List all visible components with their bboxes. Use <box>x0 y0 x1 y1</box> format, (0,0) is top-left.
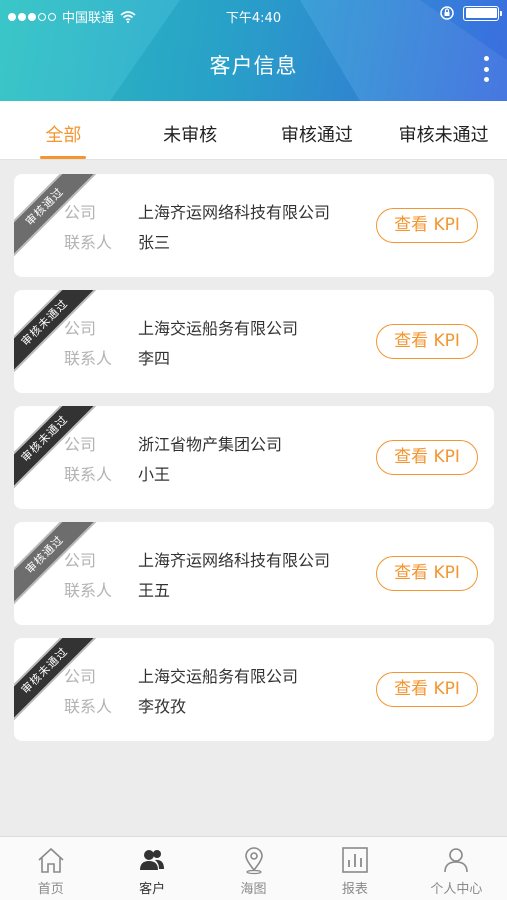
nav-label: 报表 <box>341 882 368 897</box>
contact-name: 张三 <box>138 233 171 252</box>
nav-item-home[interactable]: 首页 <box>0 837 101 900</box>
bar-chart-icon <box>342 847 368 873</box>
contact-name: 王五 <box>138 581 171 600</box>
app-header: 中国联通 下午4:40 客户信息 <box>0 0 507 101</box>
nav-item-reports[interactable]: 报表 <box>304 837 405 900</box>
company-name: 上海交运船务有限公司 <box>138 319 299 338</box>
bottom-nav: 首页 客户 海图 报表 个人中心 <box>0 836 507 900</box>
nav-item-map[interactable]: 海图 <box>203 837 304 900</box>
contact-label: 联系人 <box>64 465 113 484</box>
customer-list: 审核通过 公司 上海齐运网络科技有限公司 联系人 张三 查看 KPI 审核未通过 公… <box>14 174 494 754</box>
nav-label: 客户 <box>139 882 166 897</box>
company-label: 公司 <box>64 551 97 570</box>
company-label: 公司 <box>64 203 97 222</box>
nav-item-profile[interactable]: 个人中心 <box>406 837 507 900</box>
contact-name: 小王 <box>138 465 171 484</box>
view-kpi-button[interactable]: 查看 KPI <box>376 324 478 359</box>
nav-label: 首页 <box>37 882 64 897</box>
contact-label: 联系人 <box>64 349 113 368</box>
more-options-button[interactable] <box>479 56 493 82</box>
contact-label: 联系人 <box>64 697 113 716</box>
nav-label: 海图 <box>240 882 267 897</box>
customer-card[interactable]: 审核通过 公司 上海齐运网络科技有限公司 联系人 王五 查看 KPI <box>14 522 494 625</box>
company-name: 浙江省物产集团公司 <box>138 435 283 454</box>
filter-tabs: 全部 未审核 审核通过 审核未通过 <box>0 101 507 160</box>
nav-item-customers[interactable]: 客户 <box>101 837 202 900</box>
customer-card[interactable]: 审核未通过 公司 浙江省物产集团公司 联系人 小王 查看 KPI <box>14 406 494 509</box>
company-label: 公司 <box>64 667 97 686</box>
tab-all[interactable]: 全部 <box>0 101 127 159</box>
user-icon <box>444 848 469 873</box>
customer-card[interactable]: 审核未通过 公司 上海交运船务有限公司 联系人 李四 查看 KPI <box>14 290 494 393</box>
company-name: 上海齐运网络科技有限公司 <box>138 551 331 570</box>
status-bar: 中国联通 下午4:40 <box>0 0 507 30</box>
page-title: 客户信息 <box>209 54 298 78</box>
view-kpi-button[interactable]: 查看 KPI <box>376 672 478 707</box>
company-label: 公司 <box>64 435 97 454</box>
contact-name: 李孜孜 <box>138 697 187 716</box>
home-icon <box>38 847 64 873</box>
view-kpi-button[interactable]: 查看 KPI <box>376 440 478 475</box>
tab-rejected[interactable]: 审核未通过 <box>380 101 507 159</box>
customer-card[interactable]: 审核通过 公司 上海齐运网络科技有限公司 联系人 张三 查看 KPI <box>14 174 494 277</box>
contact-name: 李四 <box>138 349 171 368</box>
tab-approved[interactable]: 审核通过 <box>254 101 381 159</box>
rotation-lock-icon <box>440 6 454 20</box>
nav-label: 个人中心 <box>430 882 483 897</box>
view-kpi-button[interactable]: 查看 KPI <box>376 208 478 243</box>
view-kpi-button[interactable]: 查看 KPI <box>376 556 478 591</box>
company-name: 上海交运船务有限公司 <box>138 667 299 686</box>
contact-label: 联系人 <box>64 233 113 252</box>
company-name: 上海齐运网络科技有限公司 <box>138 203 331 222</box>
map-pin-icon <box>244 847 263 875</box>
tab-pending[interactable]: 未审核 <box>127 101 254 159</box>
users-icon <box>140 850 165 870</box>
contact-label: 联系人 <box>64 581 113 600</box>
customer-card[interactable]: 审核未通过 公司 上海交运船务有限公司 联系人 李孜孜 查看 KPI <box>14 638 494 741</box>
company-label: 公司 <box>64 319 97 338</box>
status-time: 下午4:40 <box>225 11 282 26</box>
battery-icon <box>463 5 502 21</box>
